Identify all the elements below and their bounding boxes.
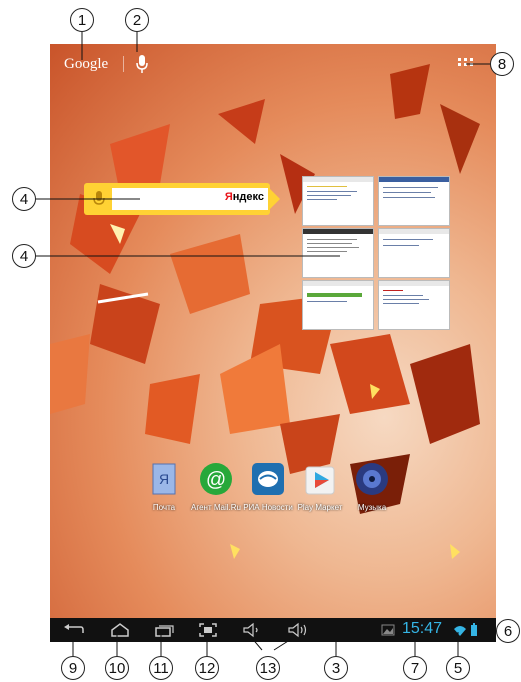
back-icon[interactable] [62,621,86,639]
battery-icon [471,623,477,636]
home-screen: Google Яндекс Я Почта @ Агент Mail.Ru РИ… [50,44,496,618]
callout-7: 7 [403,656,427,680]
callout-4-yandex: 4 [12,187,36,211]
app-label: РИА Новости [243,503,293,512]
volume-down-icon[interactable] [240,621,264,639]
app-play-market[interactable]: Play Маркет [292,462,348,512]
mail-app-icon: Я [152,463,176,495]
all-apps-grid-icon[interactable] [458,58,474,70]
screenshot-icon[interactable] [196,621,220,639]
tab-thumbnail[interactable] [378,176,450,226]
app-music[interactable]: Музыка [344,462,400,512]
gallery-notification-icon[interactable] [380,621,396,639]
top-separator [123,56,124,72]
music-icon [356,463,388,495]
svg-text:Я: Я [159,471,169,487]
app-label: Почта [152,503,176,512]
callout-5: 5 [446,656,470,680]
tab-thumbnail[interactable] [302,228,374,278]
tab-thumbnail[interactable] [302,280,374,330]
volume-up-icon[interactable] [286,621,310,639]
wallpaper-art [50,64,480,559]
callout-10: 10 [105,656,129,680]
callout-11: 11 [149,656,173,680]
app-mail[interactable]: Я Почта [136,462,192,512]
yandex-search-input[interactable]: Яндекс [112,188,268,210]
tab-thumbnail[interactable] [378,280,450,330]
browser-tabs-widget[interactable] [302,176,450,330]
callout-3: 3 [324,656,348,680]
tab-thumbnail[interactable] [302,176,374,226]
app-mail-agent[interactable]: @ Агент Mail.Ru [188,462,244,512]
callout-12: 12 [195,656,219,680]
home-icon[interactable] [108,621,132,639]
app-label: Play Маркет [297,503,343,512]
recent-apps-icon[interactable] [152,621,176,639]
callout-6: 6 [496,619,520,643]
play-market-icon [305,466,335,495]
app-ria-news[interactable]: РИА Новости [240,462,296,512]
yandex-logo: Яндекс [224,191,264,203]
callout-8: 8 [490,52,514,76]
callout-1: 1 [70,8,94,32]
app-dock: Я Почта @ Агент Mail.Ru РИА Новости Play… [136,462,406,522]
svg-text:@: @ [206,469,226,491]
mail-agent-icon: @ [200,463,232,495]
wifi-icon [454,626,466,636]
tab-thumbnail[interactable] [378,228,450,278]
system-navigation-bar: 15:47 [50,618,496,642]
yandex-mic-icon[interactable] [90,189,108,209]
yandex-arrow [270,189,280,209]
app-label: Музыка [357,503,387,512]
ria-news-icon [252,463,284,495]
callout-2: 2 [125,8,149,32]
app-label: Агент Mail.Ru [191,503,241,512]
yandex-search-widget[interactable]: Яндекс [84,183,280,215]
google-search-button[interactable]: Google [64,56,108,73]
callout-13: 13 [256,656,280,680]
callout-9: 9 [61,656,85,680]
status-clock[interactable]: 15:47 [402,620,442,638]
microphone-icon[interactable] [134,54,150,74]
callout-4-browser: 4 [12,244,36,268]
